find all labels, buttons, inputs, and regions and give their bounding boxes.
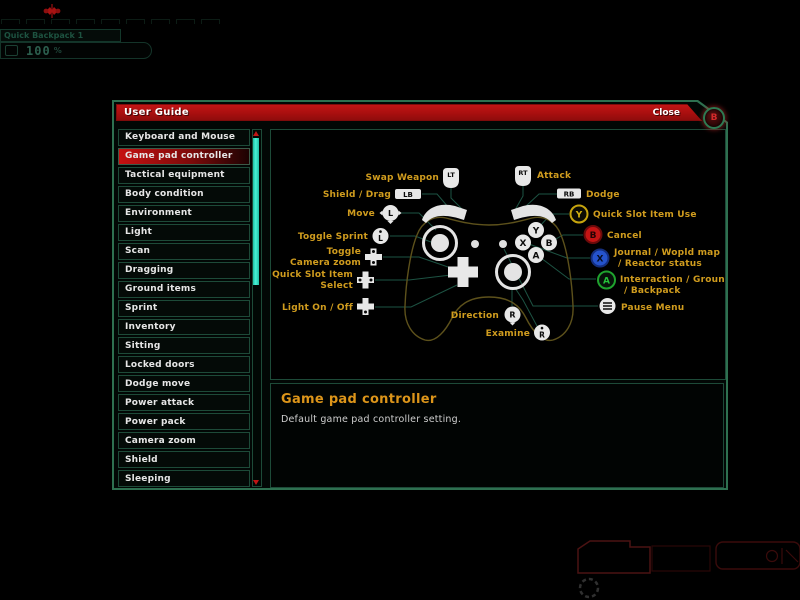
a-face-glyph: A	[533, 252, 540, 262]
sidebar-item-shield[interactable]: Shield	[118, 451, 250, 468]
sprint-l-glyph: L	[378, 234, 383, 243]
label-toggle-sprint: Toggle Sprint	[298, 232, 369, 242]
hud-backpack-label: Quick Backpack 1	[0, 29, 121, 42]
scrollbar-thumb[interactable]	[253, 138, 259, 285]
window-body: User Guide Close Keyboard and Mouse Game…	[114, 102, 726, 488]
label-quick-slot-use: Quick Slot Item Use	[593, 210, 697, 220]
sidebar-item-sprint[interactable]: Sprint	[118, 300, 250, 317]
label-pause-menu: Pause Menu	[621, 303, 684, 313]
x-face-glyph: X	[520, 239, 527, 249]
label-quick-slot-2: Select	[320, 281, 353, 291]
sidebar-item-environment[interactable]: Environment	[118, 205, 250, 222]
weapon-slot-icon	[578, 541, 650, 573]
lb-glyph: LB	[403, 191, 413, 199]
label-light-on-off: Light On / Off	[282, 303, 353, 313]
sidebar-item-body-condition[interactable]: Body condition	[118, 186, 250, 203]
label-journal-2: / Reactor status	[618, 259, 702, 269]
sidebar-item-camera-zoom[interactable]: Camera zoom	[118, 432, 250, 449]
close-label[interactable]: Close	[653, 108, 680, 118]
close-button[interactable]: B	[703, 107, 725, 129]
label-dodge: Dodge	[586, 190, 620, 200]
b-face-glyph: B	[546, 239, 553, 249]
topic-description: Default game pad controller setting.	[281, 414, 713, 425]
direction-r-glyph: R	[509, 311, 515, 320]
label-swap-weapon: Swap Weapon	[366, 173, 439, 183]
guide-topic-sidebar: Keyboard and Mouse Game pad controller T…	[118, 129, 262, 487]
label-toggle-camera-2: Camera zoom	[290, 258, 361, 268]
item-slot-icon	[652, 546, 710, 571]
sidebar-item-sitting[interactable]: Sitting	[118, 337, 250, 354]
sidebar-item-dragging[interactable]: Dragging	[118, 262, 250, 279]
view-button	[471, 240, 479, 248]
rt-glyph: RT	[518, 169, 528, 177]
examine-r-glyph: R	[539, 331, 545, 340]
label-move: Move	[347, 209, 375, 219]
battery-icon	[5, 45, 18, 56]
label-quick-slot-1: Quick Slot Item	[272, 270, 353, 280]
hud-emblem-icon	[38, 3, 66, 19]
scroll-down-icon[interactable]	[253, 480, 259, 485]
hud-power-value: 100	[26, 44, 51, 58]
label-examine: Examine	[486, 329, 530, 339]
lt-glyph: LT	[447, 171, 455, 179]
y-face-glyph: Y	[532, 227, 540, 237]
sidebar-item-ground-items[interactable]: Ground items	[118, 281, 250, 298]
menu-button	[499, 240, 507, 248]
reload-indicator-icon	[580, 579, 598, 597]
move-l-glyph: L	[388, 209, 393, 218]
controller-diagram-panel: Y X B A Swap Weapon LT Shield / Drag	[270, 129, 726, 380]
connector-lines	[375, 184, 598, 326]
sidebar-scrollbar[interactable]	[252, 129, 262, 487]
label-shield-drag: Shield / Drag	[323, 190, 391, 200]
gun-slot-icon	[716, 542, 800, 569]
label-interaction-2: / Backpack	[624, 286, 681, 296]
hud-top-left: Quick Backpack 1 100 %	[0, 0, 220, 60]
label-toggle-camera-1: Toggle	[327, 247, 361, 257]
topic-info-panel: Game pad controller Default game pad con…	[270, 383, 724, 488]
dpad	[448, 257, 478, 287]
topic-heading: Game pad controller	[281, 392, 713, 407]
sidebar-item-sleeping[interactable]: Sleeping	[118, 470, 250, 487]
sidebar-item-inventory[interactable]: Inventory	[118, 319, 250, 336]
controller-diagram: Y X B A Swap Weapon LT Shield / Drag	[271, 130, 725, 377]
window-titlebar: User Guide Close	[116, 104, 702, 121]
sidebar-item-scan[interactable]: Scan	[118, 243, 250, 260]
sidebar-item-dodge-move[interactable]: Dodge move	[118, 375, 250, 392]
right-stick-cap	[504, 263, 522, 281]
sidebar-item-list: Keyboard and Mouse Game pad controller T…	[118, 129, 250, 487]
rb-glyph: RB	[564, 191, 575, 199]
hud-bottom-right	[555, 528, 800, 600]
hud-power-meter: 100 %	[0, 42, 152, 59]
label-journal-1: Journal / Wopld map	[613, 248, 720, 258]
sidebar-item-tactical-equipment[interactable]: Tactical equipment	[118, 167, 250, 184]
window-title: User Guide	[124, 107, 189, 118]
user-guide-window: User Guide Close Keyboard and Mouse Game…	[112, 100, 728, 490]
label-direction: Direction	[451, 311, 499, 321]
hud-power-unit: %	[54, 46, 62, 55]
sidebar-item-power-attack[interactable]: Power attack	[118, 394, 250, 411]
label-attack: Attack	[537, 171, 572, 181]
sidebar-item-keyboard-and-mouse[interactable]: Keyboard and Mouse	[118, 129, 250, 146]
label-cancel: Cancel	[607, 231, 642, 241]
b-glyph: B	[590, 231, 597, 241]
hud-tab-row	[1, 19, 220, 24]
label-interaction-1: Interraction / Ground	[620, 275, 725, 285]
sidebar-item-light[interactable]: Light	[118, 224, 250, 241]
game-screen: Quick Backpack 1 100 % User Guide Close …	[0, 0, 800, 600]
a-glyph: A	[603, 277, 610, 287]
sidebar-item-locked-doors[interactable]: Locked doors	[118, 356, 250, 373]
sidebar-item-game-pad-controller[interactable]: Game pad controller	[118, 148, 250, 165]
scroll-up-icon[interactable]	[253, 131, 259, 136]
x-glyph: X	[597, 255, 604, 265]
left-stick-cap	[431, 234, 449, 252]
y-glyph: Y	[575, 211, 583, 221]
sidebar-item-power-pack[interactable]: Power pack	[118, 413, 250, 430]
